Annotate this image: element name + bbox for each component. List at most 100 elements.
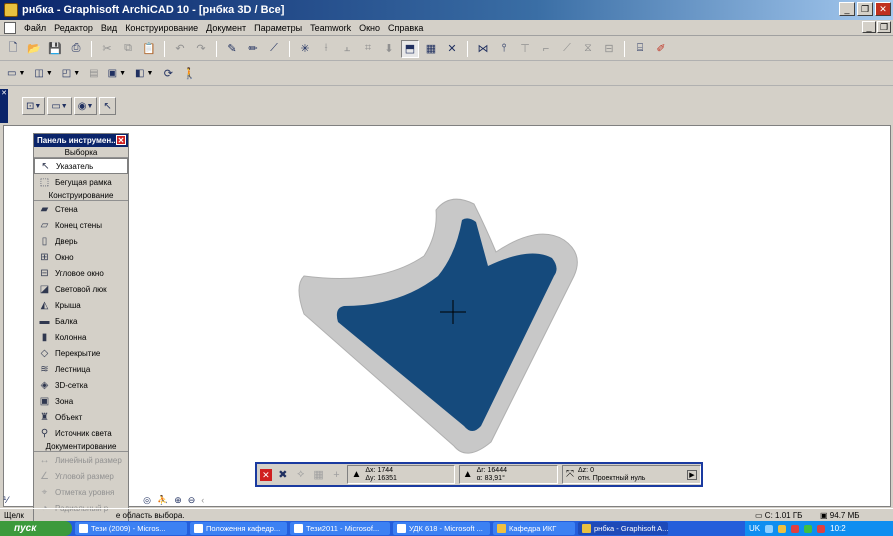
cut-icon[interactable]: ✂ [98, 40, 116, 58]
volume-icon[interactable] [817, 524, 826, 533]
expand-icon[interactable]: ▶ [686, 469, 697, 480]
tool-column[interactable]: ▮ Колонна [34, 329, 128, 345]
copy-icon[interactable]: ⧉ [119, 40, 137, 58]
dz-field[interactable]: ⤧ Δz: 0 отн. Проектный нуль ▶ [562, 465, 701, 484]
start-button[interactable]: пуск [0, 521, 72, 536]
coordbox-close-icon[interactable]: ✕ [260, 468, 272, 481]
dx-dy-field[interactable]: ▲ Δx: 1744 Δy: 16351 [347, 465, 455, 484]
menu-view[interactable]: Вид [97, 23, 121, 33]
tool-beam[interactable]: ▬ Балка [34, 313, 128, 329]
taskbar-item[interactable]: Кафедра ИКГ [493, 522, 575, 535]
guide-icon[interactable]: ⟊ [317, 40, 335, 58]
menu-design[interactable]: Конструирование [121, 23, 202, 33]
grid-snap-icon[interactable]: ⌗ [359, 40, 377, 58]
taskbar-item[interactable]: УДК 618 - Microsoft ... [393, 522, 490, 535]
tool-wall[interactable]: ▰ Стена [34, 201, 128, 217]
eye-view-button[interactable]: ◉ ▼ [73, 97, 98, 115]
menu-teamwork[interactable]: Teamwork [306, 23, 355, 33]
menu-help[interactable]: Справка [384, 23, 427, 33]
orbit-nav-icon[interactable]: ◎ [143, 495, 151, 506]
antivirus-icon[interactable] [791, 524, 800, 533]
taskbar-item-active[interactable]: рнбка - Graphisoft A... [578, 522, 668, 535]
scroll-left-icon[interactable]: ‹ [201, 495, 204, 505]
plus-icon[interactable]: + [330, 469, 344, 481]
toolbox-title-bar[interactable]: Панель инструмен... ✕ [34, 134, 128, 147]
tray-app-icon[interactable] [778, 524, 787, 533]
offset-icon[interactable]: ⟋ [558, 40, 576, 58]
taskbar-item[interactable]: Тези (2009) - Micros... [75, 522, 187, 535]
menu-window[interactable]: Окно [355, 23, 384, 33]
pencil-icon[interactable]: ✏ [244, 40, 262, 58]
3d-viewport[interactable] [3, 125, 891, 507]
mirror-icon[interactable]: ⧖ [579, 40, 597, 58]
tool-window[interactable]: ⊞ Окно [34, 249, 128, 265]
tray-status-icon[interactable] [804, 524, 813, 533]
tool-lamp[interactable]: ⚲ Источник света [34, 425, 128, 441]
menu-document[interactable]: Документ [202, 23, 250, 33]
toolbox-close-icon[interactable]: ✕ [116, 135, 126, 145]
section-view-dropdown[interactable]: ◫ ▼ [31, 65, 55, 83]
split-icon[interactable]: ⋈ [474, 40, 492, 58]
network-icon[interactable] [765, 524, 774, 533]
zoom-in-icon[interactable]: ⊕ [174, 495, 182, 506]
cancel-icon[interactable]: ✖ [276, 468, 290, 481]
layout-dropdown[interactable]: ◧ ▼ [132, 65, 156, 83]
magic-wand-icon[interactable]: ✎ [223, 40, 241, 58]
open-folder-icon[interactable]: 📂 [25, 40, 43, 58]
snap-icon[interactable]: ✳ [296, 40, 314, 58]
language-indicator[interactable]: UK [749, 524, 760, 533]
tool-linear-dimension[interactable]: ↔ Линейный размер [34, 452, 128, 468]
doc-minimize-button[interactable]: _ [862, 21, 876, 33]
taskbar-item[interactable]: Положення кафедр... [190, 522, 287, 535]
paste-icon[interactable]: 📋 [140, 40, 158, 58]
zoom-scale-icon[interactable]: ⅟ [3, 495, 8, 506]
fillet-icon[interactable]: ⌐ [537, 40, 555, 58]
tool-object[interactable]: ♜ Объект [34, 409, 128, 425]
zoom-out-icon[interactable]: ⊖ [188, 495, 196, 506]
layers-icon[interactable]: ▦ [422, 40, 440, 58]
drag-icon[interactable]: ⊟ [600, 40, 618, 58]
plan-view-dropdown[interactable]: ▭ ▼ [4, 65, 28, 83]
3d-view-dropdown[interactable]: ▣ ▼ [105, 65, 129, 83]
intersect-icon[interactable]: ⊤ [516, 40, 534, 58]
save-icon[interactable]: 💾 [46, 40, 64, 58]
tool-door[interactable]: ▯ Дверь [34, 233, 128, 249]
grid-icon[interactable]: ▦ [312, 468, 326, 481]
palette-grip[interactable]: ✕ [0, 89, 8, 123]
print-icon[interactable]: ⎙ [67, 40, 85, 58]
tool-corner-window[interactable]: ⊟ Угловое окно [34, 265, 128, 281]
menu-edit[interactable]: Редактор [50, 23, 97, 33]
document-icon[interactable] [4, 21, 16, 34]
tool-wall-end[interactable]: ▱ Конец стены [34, 217, 128, 233]
suspend-groups-icon[interactable]: ⬒ [401, 39, 419, 58]
tool-skylight[interactable]: ◪ Световой люк [34, 281, 128, 297]
arrow-button[interactable]: ↖ [99, 97, 116, 115]
plan-3d-button[interactable]: ⊡ ▼ [22, 97, 46, 115]
trim-icon[interactable]: ✕ [443, 40, 461, 58]
paint-icon[interactable]: ✐ [652, 40, 670, 58]
tool-angular-dimension[interactable]: ∠ Угловой размер [34, 468, 128, 484]
tool-stair[interactable]: ≋ Лестница [34, 361, 128, 377]
taskbar-item[interactable]: Тези2011 - Microsof... [290, 522, 390, 535]
walk-icon[interactable]: 🚶 [180, 65, 198, 83]
minimize-button[interactable]: _ [839, 2, 855, 16]
gravity-icon[interactable]: ⬇ [380, 40, 398, 58]
menu-options[interactable]: Параметры [250, 23, 306, 33]
new-file-icon[interactable]: 🗋 [4, 40, 22, 58]
elevation-view-dropdown[interactable]: ◰ ▼ [59, 65, 83, 83]
undo-icon[interactable]: ↶ [171, 40, 189, 58]
walk-nav-icon[interactable]: ⛹ [157, 495, 168, 506]
maximize-button[interactable]: ❐ [857, 2, 873, 16]
orbit-icon[interactable]: ⟳ [159, 65, 177, 83]
adjust-icon[interactable]: ⫯ [495, 40, 513, 58]
detail-view-dropdown[interactable]: ▤ [86, 65, 101, 83]
close-button[interactable]: ✕ [875, 2, 891, 16]
tool-mesh[interactable]: ◈ 3D-сетка [34, 377, 128, 393]
renovation-icon[interactable]: ⌸ [631, 40, 649, 58]
tool-marquee[interactable]: ⬚ Бегущая рамка [34, 174, 128, 190]
menu-file[interactable]: Файл [20, 23, 50, 33]
dr-angle-field[interactable]: ▲ Δr: 16444 α: 83,91° [458, 465, 558, 484]
tool-roof[interactable]: ◭ Крыша [34, 297, 128, 313]
eyedropper-icon[interactable]: ⟋ [265, 40, 283, 58]
tool-zone[interactable]: ▣ Зона [34, 393, 128, 409]
